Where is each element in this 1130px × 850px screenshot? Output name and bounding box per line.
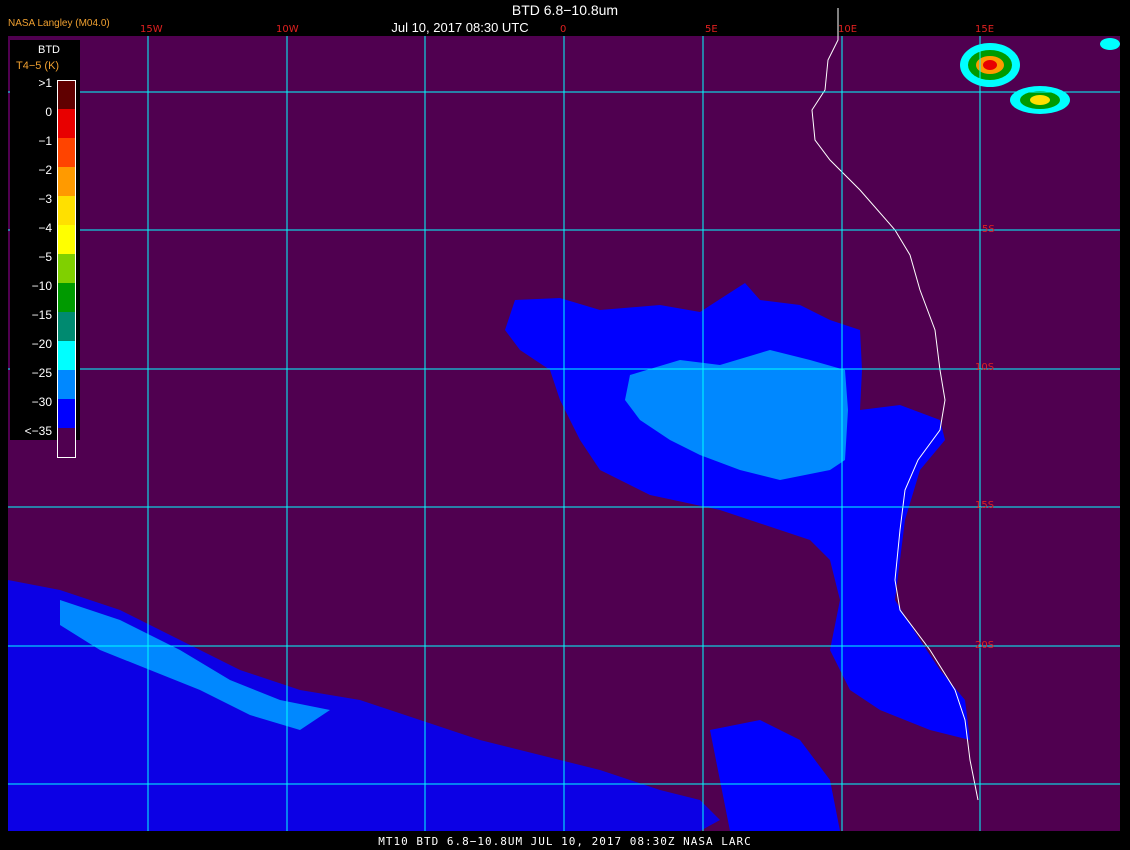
legend-swatch [57, 370, 76, 399]
legend-swatch [57, 167, 76, 196]
legend-swatch [57, 399, 76, 428]
legend-swatch [57, 283, 76, 312]
legend-swatch [57, 80, 76, 110]
legend-label: >1 [38, 76, 52, 90]
lon-label-0: 0 [560, 24, 567, 35]
lat-label-5s: 5S [982, 224, 995, 235]
legend-label: −10 [31, 279, 52, 293]
legend-label: −20 [31, 337, 52, 351]
legend-title: BTD [38, 44, 60, 56]
lon-label-10e: 10E [838, 24, 858, 35]
org-label: NASA Langley (M04.0) [8, 18, 110, 29]
legend-label: −1 [38, 134, 52, 148]
lat-label-15s: 15S [975, 500, 995, 511]
lon-label-10w: 10W [276, 24, 299, 35]
legend-label: −5 [38, 250, 52, 264]
legend-swatch [57, 428, 76, 458]
legend-label: −30 [31, 395, 52, 409]
legend-label: −4 [38, 221, 52, 235]
legend-swatch [57, 225, 76, 254]
legend-label: −2 [38, 163, 52, 177]
legend-label: −15 [31, 308, 52, 322]
legend-swatch [57, 138, 76, 167]
lon-label-5e: 5E [705, 24, 718, 35]
lat-label-10s: 10S [975, 362, 995, 373]
legend-label: −25 [31, 366, 52, 380]
footer-caption: MT10 BTD 6.8−10.8UM JUL 10, 2017 08:30Z … [378, 835, 752, 848]
legend-swatch [57, 312, 76, 341]
map-title: BTD 6.8−10.8um [511, 2, 619, 18]
lat-label-20s: 20S [975, 640, 995, 651]
legend-subtitle: T4−5 (K) [16, 60, 60, 72]
lon-label-15w: 15W [140, 24, 163, 35]
legend-label: <−35 [24, 424, 52, 438]
legend-label: 0 [45, 105, 52, 119]
legend-swatch [57, 254, 76, 283]
legend-swatch [57, 109, 76, 138]
lon-label-15e: 15E [975, 24, 995, 35]
legend-swatch [57, 341, 76, 370]
satellite-map [0, 0, 1130, 850]
color-legend: BTD T4−5 (K) >1 0 −1 −2 −3 −4 −5 −10 −15 −20 −25 −3… [10, 40, 80, 458]
legend-swatch [57, 196, 76, 225]
legend-label: −3 [38, 192, 52, 206]
